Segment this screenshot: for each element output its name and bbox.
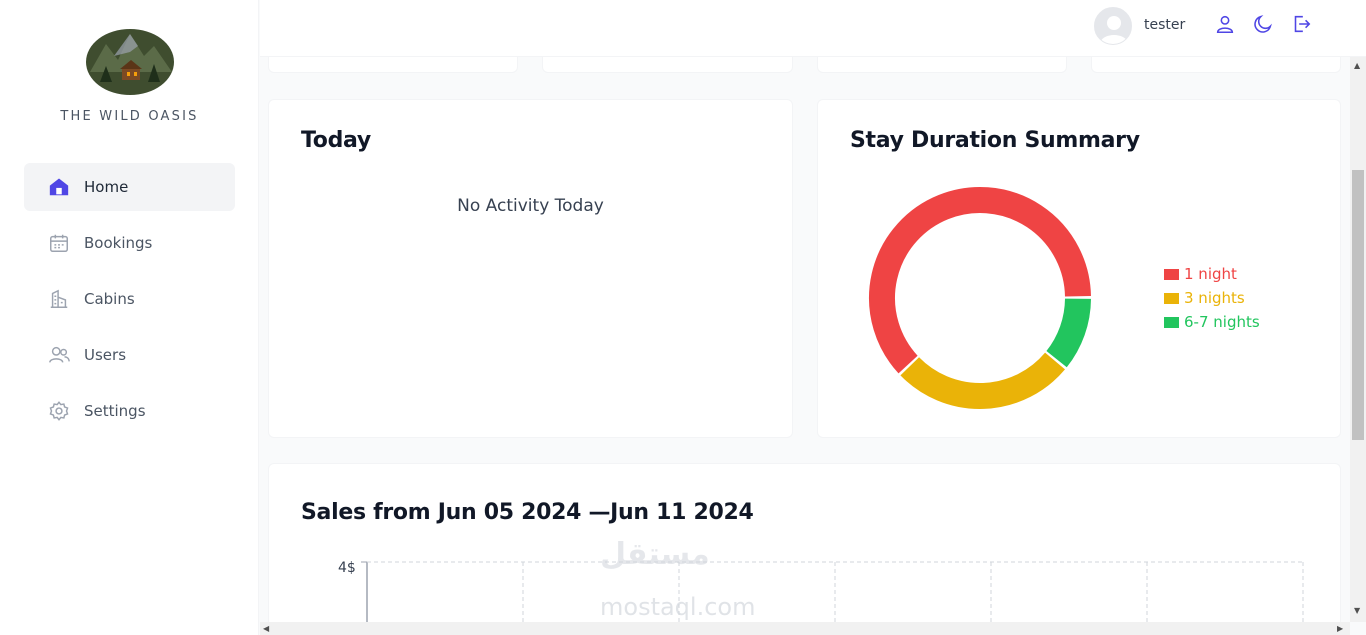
sidebar-item-label: Users <box>84 346 127 364</box>
scroll-thumb[interactable] <box>1352 170 1364 440</box>
scroll-down-arrow[interactable]: ▼ <box>1354 606 1360 615</box>
horizontal-scrollbar[interactable]: ◀ ▶ <box>260 622 1350 635</box>
avatar <box>1094 7 1132 45</box>
logout-button[interactable] <box>1289 14 1313 38</box>
main-nav: Home Bookings Cabins Users Settings <box>24 163 235 443</box>
sidebar-item-cabins[interactable]: Cabins <box>24 275 235 323</box>
calendar-icon <box>48 232 70 254</box>
legend-label: 3 nights <box>1184 289 1245 307</box>
stat-card <box>1091 57 1341 73</box>
sidebar-item-label: Bookings <box>84 234 153 252</box>
sales-card: Sales from Jun 05 2024 —Jun 11 2024 4$ <box>268 463 1341 622</box>
stat-card <box>542 57 793 73</box>
donut-slice-3-nights[interactable] <box>900 352 1065 409</box>
scroll-right-arrow[interactable]: ▶ <box>1337 624 1343 633</box>
dark-mode-button[interactable] <box>1251 14 1275 38</box>
sidebar-item-bookings[interactable]: Bookings <box>24 219 235 267</box>
username: tester <box>1144 17 1186 33</box>
sidebar: THE WILD OASIS Home Bookings Cabins User… <box>0 0 259 635</box>
sidebar-item-home[interactable]: Home <box>24 163 235 211</box>
gear-icon <box>48 400 70 422</box>
no-activity-text: No Activity Today <box>457 196 604 216</box>
donut-slice-1-night[interactable] <box>869 187 1091 374</box>
stay-duration-card: Stay Duration Summary 1 night 3 nights 6-7… <box>817 99 1341 438</box>
legend-label: 1 night <box>1184 265 1237 283</box>
dashboard-main: Today No Activity Today Stay Duration Su… <box>260 57 1350 622</box>
scroll-left-arrow[interactable]: ◀ <box>263 624 269 633</box>
users-icon <box>48 344 70 366</box>
watermark-url: mostaql.com <box>600 593 756 621</box>
legend-label: 6-7 nights <box>1184 313 1260 331</box>
user-icon <box>1214 13 1236 39</box>
scroll-up-arrow[interactable]: ▲ <box>1354 61 1360 70</box>
sidebar-item-users[interactable]: Users <box>24 331 235 379</box>
sidebar-item-label: Settings <box>84 402 146 420</box>
top-header: tester <box>260 0 1366 57</box>
legend-item[interactable]: 1 night <box>1164 262 1260 286</box>
stay-duration-title: Stay Duration Summary <box>850 128 1140 153</box>
brand-name: THE WILD OASIS <box>60 109 199 124</box>
moon-icon <box>1252 13 1274 39</box>
today-card: Today No Activity Today <box>268 99 793 438</box>
sales-title: Sales from Jun 05 2024 —Jun 11 2024 <box>301 500 754 525</box>
legend-swatch <box>1164 316 1179 328</box>
sidebar-item-label: Home <box>84 178 129 196</box>
home-icon <box>48 176 70 198</box>
sidebar-item-settings[interactable]: Settings <box>24 387 235 435</box>
legend-item[interactable]: 3 nights <box>1164 286 1260 310</box>
account-button[interactable] <box>1213 14 1237 38</box>
vertical-scrollbar[interactable]: ▲ ▼ <box>1350 57 1366 622</box>
donut-slice-6-7-nights[interactable] <box>1046 298 1091 368</box>
logout-icon <box>1290 13 1312 39</box>
watermark: مستقل <box>600 537 710 572</box>
y-axis-tick: 4$ <box>338 560 356 576</box>
chart-legend: 1 night 3 nights 6-7 nights <box>1164 262 1260 334</box>
cabins-icon <box>48 288 70 310</box>
legend-swatch <box>1164 292 1179 304</box>
stay-duration-donut <box>869 187 1091 409</box>
stat-card <box>268 57 518 73</box>
stat-card <box>817 57 1067 73</box>
sales-grid <box>361 561 1304 622</box>
legend-item[interactable]: 6-7 nights <box>1164 310 1260 334</box>
today-title: Today <box>301 128 371 153</box>
sidebar-item-label: Cabins <box>84 290 135 308</box>
logo <box>84 26 176 96</box>
legend-swatch <box>1164 268 1179 280</box>
